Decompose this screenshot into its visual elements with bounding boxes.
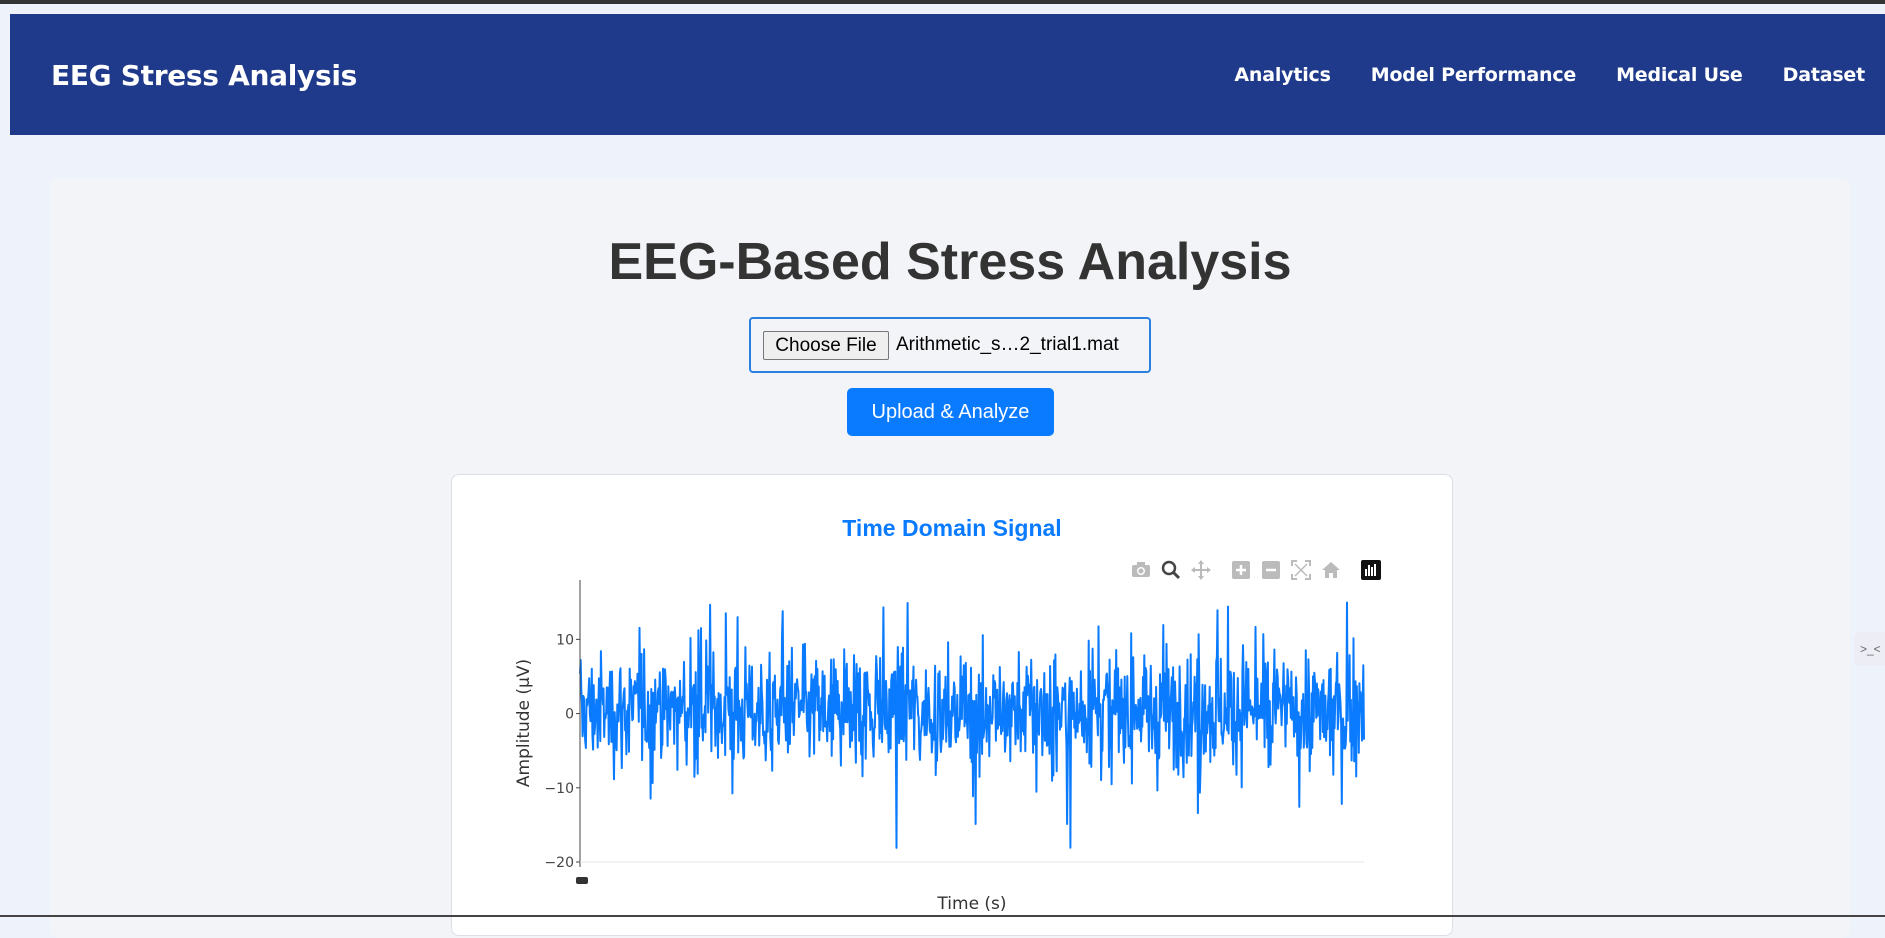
nav-link-medical-use[interactable]: Medical Use [1616,64,1743,86]
y-axis-label: Amplitude (µV) [514,659,534,787]
x-axis-label: Time (s) [936,894,1006,914]
plot-group [579,601,1365,849]
selected-file-name: Arithmetic_s…2_trial1.mat [896,334,1119,355]
y-tick-label: 10 [556,632,574,648]
nav-links: Analytics Model Performance Medical Use … [1234,64,1865,86]
chart-card: Time Domain Signal 10 0 −10 −20 Amplitud… [451,474,1453,936]
side-panel-toggle[interactable]: >_< [1854,632,1885,666]
y-tick-label: 0 [565,707,574,723]
brand-title[interactable]: EEG Stress Analysis [51,59,357,92]
chart-plot-area[interactable]: 10 0 −10 −20 Amplitude (µV) Time (s) [452,475,1452,935]
nav-link-model-performance[interactable]: Model Performance [1371,64,1577,86]
nav-link-dataset[interactable]: Dataset [1783,64,1866,86]
file-input[interactable]: Choose File Arithmetic_s…2_trial1.mat [749,317,1151,373]
choose-file-button[interactable]: Choose File [763,331,889,360]
y-tick-label: −10 [544,781,574,797]
signal-line [579,601,1365,849]
nav-link-analytics[interactable]: Analytics [1234,64,1331,86]
navbar: EEG Stress Analysis Analytics Model Perf… [10,14,1885,135]
page-title: EEG-Based Stress Analysis [608,233,1292,291]
range-slider-handle[interactable] [576,877,588,884]
y-tick-label: −20 [544,855,574,871]
upload-analyze-button[interactable]: Upload & Analyze [847,388,1054,436]
window-top-edge [0,0,1885,4]
y-axis-ticks: 10 0 −10 −20 [544,632,580,871]
